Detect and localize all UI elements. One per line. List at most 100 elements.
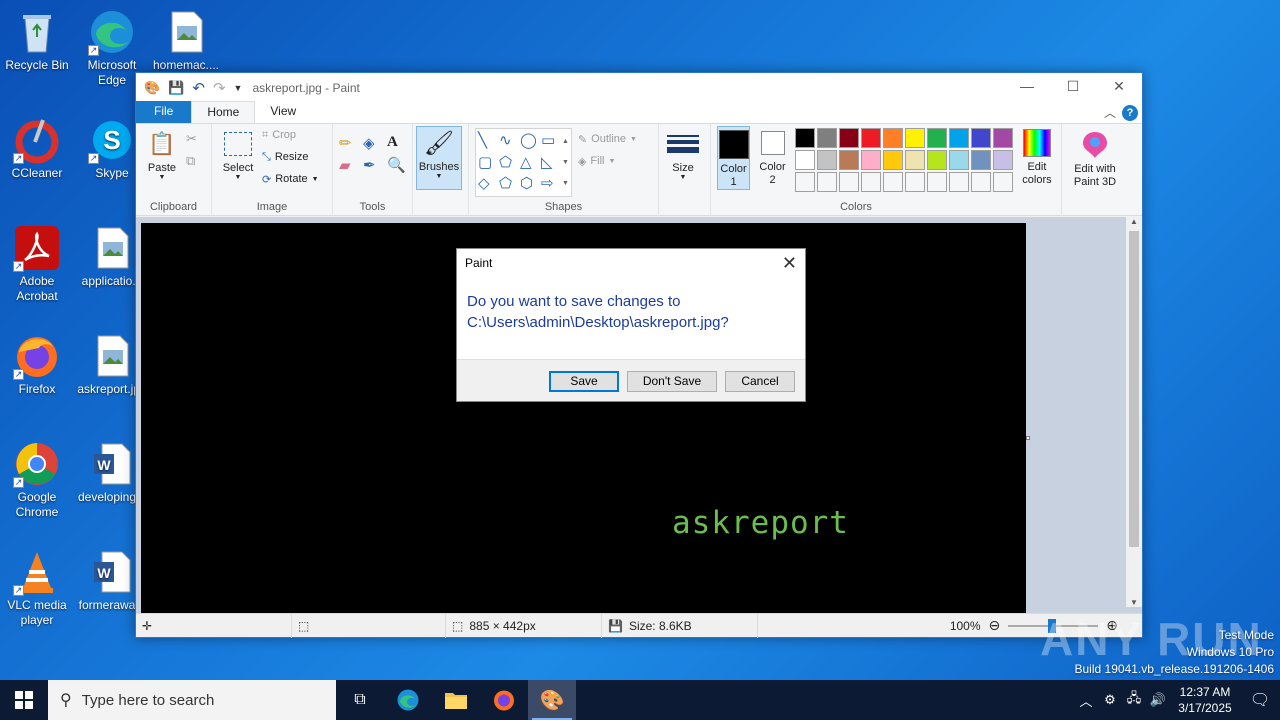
start-button[interactable] xyxy=(0,680,48,720)
taskbar-edge[interactable] xyxy=(384,680,432,720)
palette-swatch[interactable] xyxy=(970,128,991,148)
outline-button[interactable]: ✎ Outline ▼ xyxy=(578,128,637,150)
scrollbar-thumb[interactable] xyxy=(1129,231,1139,547)
right-triangle-shape-icon[interactable]: ◺ xyxy=(541,153,561,173)
cut-icon[interactable]: ✂ xyxy=(186,128,197,150)
desktop-icon-firefox[interactable]: ↗ Firefox xyxy=(1,332,73,397)
text-icon[interactable]: A xyxy=(387,134,409,152)
tab-view[interactable]: View xyxy=(255,101,311,123)
custom-color-slot[interactable] xyxy=(970,172,991,192)
dont-save-button[interactable]: Don't Save xyxy=(627,371,717,392)
cancel-button[interactable]: Cancel xyxy=(725,371,795,392)
help-icon[interactable]: ? xyxy=(1122,105,1138,121)
arrow-shape-icon[interactable]: ⇨ xyxy=(541,174,561,194)
palette-swatch[interactable] xyxy=(904,128,925,148)
copy-icon[interactable]: ⧉ xyxy=(186,150,197,172)
edit-with-paint3d-button[interactable]: Edit with Paint 3D xyxy=(1064,126,1126,189)
save-icon[interactable]: 💾 xyxy=(168,80,184,96)
palette-swatch[interactable] xyxy=(838,128,859,148)
custom-color-slot[interactable] xyxy=(882,172,903,192)
custom-color-slot[interactable] xyxy=(838,172,859,192)
palette-swatch[interactable] xyxy=(794,150,815,170)
brushes-button[interactable]: 🖌 Brushes ▼ xyxy=(416,126,462,190)
triangle-shape-icon[interactable]: △ xyxy=(520,153,540,173)
taskbar-paint[interactable]: 🎨 xyxy=(528,680,576,720)
palette-swatch[interactable] xyxy=(904,150,925,170)
magnifier-icon[interactable]: 🔍 xyxy=(387,156,409,174)
custom-color-slot[interactable] xyxy=(992,172,1013,192)
gallery-scroll[interactable]: ▲ ▼ ▼ xyxy=(561,131,569,194)
eraser-icon[interactable]: ▰ xyxy=(339,156,361,174)
custom-color-slot[interactable] xyxy=(904,172,925,192)
maximize-icon[interactable]: ☐ xyxy=(1050,73,1096,102)
taskbar-firefox[interactable] xyxy=(480,680,528,720)
curve-shape-icon[interactable]: ∿ xyxy=(499,131,519,151)
line-shape-icon[interactable]: ╲ xyxy=(478,131,498,151)
collapse-ribbon-icon[interactable]: ︿ xyxy=(1104,104,1116,121)
custom-color-slot[interactable] xyxy=(860,172,881,192)
palette-swatch[interactable] xyxy=(926,150,947,170)
clock[interactable]: 12:37 AM 3/17/2025 xyxy=(1170,684,1240,716)
diamond-shape-icon[interactable]: ◇ xyxy=(478,174,498,194)
desktop-icon-acrobat[interactable]: ↗ Adobe Acrobat xyxy=(1,224,73,304)
vertical-scrollbar[interactable]: ▲ ▼ xyxy=(1126,217,1142,607)
pentagon-shape-icon[interactable]: ⬠ xyxy=(499,174,519,194)
palette-swatch[interactable] xyxy=(860,150,881,170)
crop-button[interactable]: ⌗ Crop xyxy=(262,124,319,146)
desktop-icon-ccleaner[interactable]: ↗ CCleaner xyxy=(1,116,73,181)
palette-swatch[interactable] xyxy=(860,128,881,148)
fill-button[interactable]: ◈ Fill ▼ xyxy=(578,150,637,172)
resize-button[interactable]: ⤡ Resize xyxy=(262,146,319,168)
rounded-rect-shape-icon[interactable]: ▢ xyxy=(478,153,498,173)
paint-app-icon[interactable]: 🎨 xyxy=(144,80,160,96)
volume-icon[interactable]: 🔊 xyxy=(1146,692,1170,708)
zoom-out-icon[interactable]: ⊖ xyxy=(989,617,1001,634)
taskbar-file-explorer[interactable] xyxy=(432,680,480,720)
custom-color-slot[interactable] xyxy=(816,172,837,192)
desktop-icon-chrome[interactable]: ↗ Google Chrome xyxy=(1,440,73,520)
paste-button[interactable]: 📋 Paste ▼ xyxy=(142,128,182,181)
select-button[interactable]: Select ▼ xyxy=(218,128,258,181)
color1-button[interactable]: Color 1 xyxy=(717,126,751,190)
palette-swatch[interactable] xyxy=(926,128,947,148)
task-view-button[interactable]: ⧉ xyxy=(336,680,384,720)
desktop-icon-homemac[interactable]: homemac.... xyxy=(150,8,222,73)
palette-swatch[interactable] xyxy=(970,150,991,170)
polygon-shape-icon[interactable]: ⬠ xyxy=(499,153,519,173)
fill-bucket-icon[interactable]: ◈ xyxy=(363,134,385,152)
network-icon[interactable]: 🖧 xyxy=(1122,689,1146,711)
tab-file[interactable]: File xyxy=(136,101,192,123)
dialog-close-icon[interactable]: ✕ xyxy=(782,249,797,277)
taskbar-search[interactable]: ⚲ Type here to search xyxy=(48,680,336,720)
palette-swatch[interactable] xyxy=(816,150,837,170)
hexagon-shape-icon[interactable]: ⬡ xyxy=(520,174,540,194)
notifications-icon[interactable]: 🗨 xyxy=(1240,690,1280,710)
custom-color-slot[interactable] xyxy=(948,172,969,192)
palette-swatch[interactable] xyxy=(882,150,903,170)
custom-color-slot[interactable] xyxy=(926,172,947,192)
scroll-up-icon[interactable]: ▲ xyxy=(1126,217,1142,226)
scroll-down-icon[interactable]: ▼ xyxy=(1126,598,1142,607)
palette-swatch[interactable] xyxy=(948,150,969,170)
desktop-icon-vlc[interactable]: ↗ VLC media player xyxy=(1,548,73,628)
tray-app-icon[interactable]: ⚙ xyxy=(1098,692,1122,708)
desktop-icon-recycle-bin[interactable]: Recycle Bin xyxy=(1,8,73,73)
close-icon[interactable]: ✕ xyxy=(1096,73,1142,102)
show-hidden-icons-icon[interactable]: ︿ xyxy=(1074,691,1098,710)
pencil-icon[interactable]: ✏ xyxy=(339,134,361,152)
rectangle-shape-icon[interactable]: ▭ xyxy=(541,131,561,151)
redo-icon[interactable]: ↷ xyxy=(213,79,226,97)
minimize-icon[interactable]: — xyxy=(1004,73,1050,102)
palette-swatch[interactable] xyxy=(992,128,1013,148)
undo-icon[interactable]: ↶ xyxy=(192,79,205,97)
palette-swatch[interactable] xyxy=(794,128,815,148)
edit-colors-button[interactable]: Edit colors xyxy=(1019,126,1055,192)
save-button[interactable]: Save xyxy=(549,371,619,392)
palette-swatch[interactable] xyxy=(948,128,969,148)
palette-swatch[interactable] xyxy=(816,128,837,148)
palette-swatch[interactable] xyxy=(838,150,859,170)
resize-handle[interactable] xyxy=(1026,436,1030,440)
rotate-button[interactable]: ⟳ Rotate ▼ xyxy=(262,168,319,190)
color2-button[interactable]: Color 2 xyxy=(756,126,789,192)
color-picker-icon[interactable]: ✒ xyxy=(363,156,385,174)
